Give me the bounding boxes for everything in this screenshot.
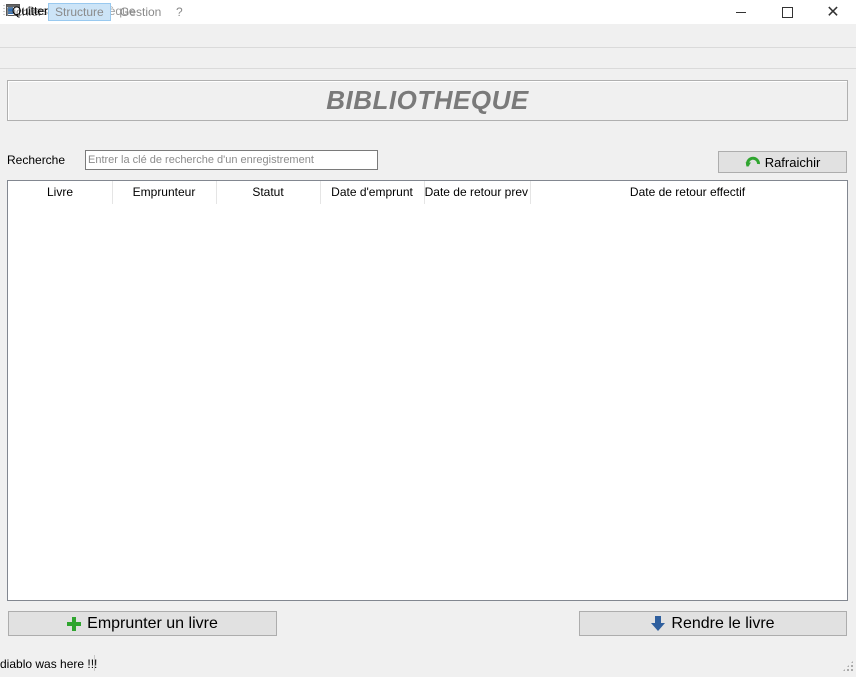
menu-gestion[interactable]: Gestion <box>114 3 167 21</box>
column-header-date-retour-effectif[interactable]: Date de retour effectif <box>528 181 847 204</box>
menu-help[interactable]: ? <box>170 3 189 21</box>
column-header-livre[interactable]: Livre <box>8 181 113 204</box>
quit-button[interactable]: Quitter <box>8 3 52 19</box>
refresh-icon <box>745 156 760 167</box>
menu-bar <box>0 24 856 46</box>
arrow-down-icon <box>651 616 666 631</box>
minimize-button[interactable] <box>718 0 764 24</box>
column-header-emprunteur[interactable]: Emprunteur <box>112 181 217 204</box>
loans-table[interactable]: Livre Emprunteur Statut Date d'emprunt D… <box>7 180 848 601</box>
return-book-button[interactable]: Rendre le livre <box>579 611 847 636</box>
borrow-book-label: Emprunter un livre <box>87 614 218 632</box>
borrow-book-button[interactable]: Emprunter un livre <box>8 611 277 636</box>
return-book-label: Rendre le livre <box>671 614 775 632</box>
column-header-date-retour-prev-label: Date de retour prev <box>424 185 528 199</box>
status-message: diablo was here !!! <box>0 657 98 671</box>
menu-structure[interactable]: Structure <box>48 3 111 21</box>
status-bar <box>0 653 856 677</box>
maximize-button[interactable] <box>764 0 810 24</box>
close-icon: ✕ <box>826 4 840 21</box>
header-separator <box>8 204 847 205</box>
table-header: Livre Emprunteur Statut Date d'emprunt D… <box>8 181 847 204</box>
refresh-label: Rafraichir <box>764 154 821 170</box>
close-button[interactable]: ✕ <box>810 0 856 24</box>
toolbar <box>0 47 856 69</box>
banner: BIBLIOTHEQUE <box>7 80 848 121</box>
minimize-icon <box>736 11 746 13</box>
status-separator <box>94 655 95 671</box>
toolbar-grip[interactable] <box>3 4 5 16</box>
maximize-icon <box>781 6 793 18</box>
refresh-button[interactable]: Rafraichir <box>718 151 847 173</box>
column-header-date-retour-prev[interactable]: Date de retour prev <box>424 181 531 204</box>
banner-title: BIBLIOTHEQUE <box>326 85 529 115</box>
plus-icon <box>67 616 82 631</box>
search-label: Recherche <box>7 153 66 167</box>
column-header-statut[interactable]: Statut <box>216 181 321 204</box>
search-input[interactable] <box>85 150 378 170</box>
column-header-date-emprunt[interactable]: Date d'emprunt <box>320 181 425 204</box>
